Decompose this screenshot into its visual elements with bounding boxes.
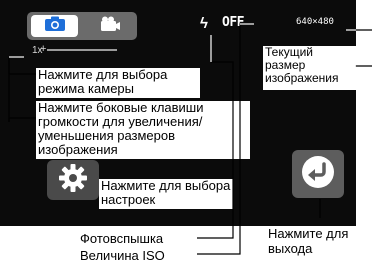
video-camera-icon	[97, 16, 121, 37]
zoom-slider	[47, 49, 117, 51]
exit-button[interactable]	[292, 150, 344, 198]
gear-icon	[58, 163, 88, 198]
mode-callout: Нажмите для выбора режима камеры	[36, 68, 200, 98]
return-arrow-icon	[300, 154, 336, 195]
flash-label: Фотовспышка	[80, 231, 164, 246]
iso-value: OFF	[222, 15, 244, 30]
camera-icon	[44, 16, 66, 37]
resolution-callout: Текущий размер изображения	[263, 46, 358, 90]
settings-callout: Нажмите для выбора настроек	[99, 179, 233, 209]
exit-label: Нажмите для выхода	[268, 226, 349, 256]
photo-mode-button[interactable]	[31, 15, 78, 37]
iso-label: Величина ISO	[80, 248, 165, 263]
zoom-callout: Нажмите боковые клавиши громкости для ув…	[36, 101, 250, 159]
mode-switch[interactable]	[27, 12, 137, 40]
settings-button[interactable]	[47, 160, 99, 200]
resolution-value: 640×480	[296, 17, 334, 27]
flash-icon[interactable]: ϟ	[200, 16, 208, 32]
zoom-plus-icon: +	[40, 43, 47, 55]
video-mode-button[interactable]	[85, 15, 132, 37]
